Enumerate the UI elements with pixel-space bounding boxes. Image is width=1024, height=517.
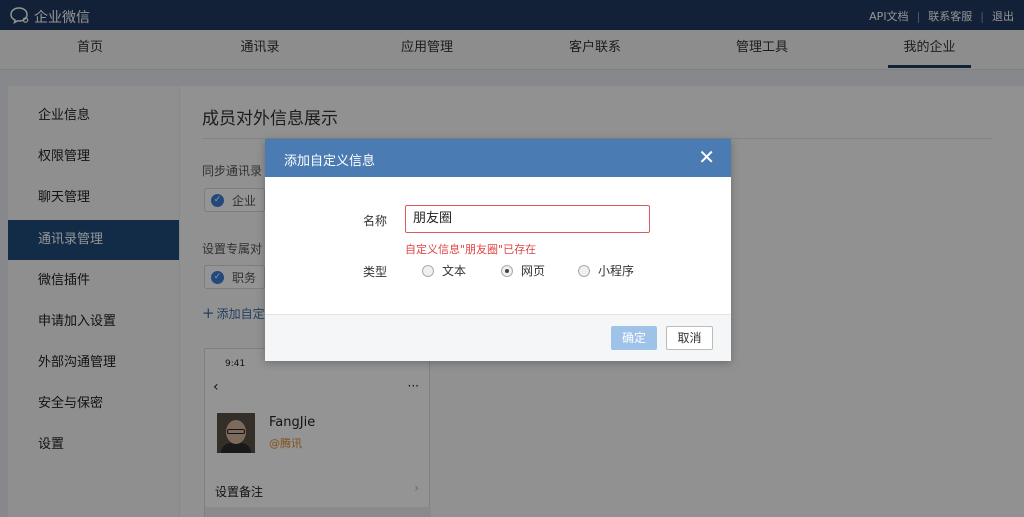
dialog-title: 添加自定义信息 xyxy=(284,154,376,169)
radio-icon xyxy=(578,264,590,277)
radio-mini-program[interactable]: 小程序 xyxy=(578,262,634,279)
confirm-button[interactable]: 确定 xyxy=(611,326,657,350)
radio-label: 小程序 xyxy=(598,264,635,278)
type-label: 类型 xyxy=(363,265,388,279)
cancel-button[interactable]: 取消 xyxy=(666,326,713,350)
dialog-footer: 确定 取消 xyxy=(265,314,731,361)
dialog-header: 添加自定义信息 ✕ xyxy=(265,139,731,177)
radio-text[interactable]: 文本 xyxy=(422,262,466,279)
radio-webpage[interactable]: 网页 xyxy=(501,262,545,279)
name-label: 名称 xyxy=(363,214,388,228)
radio-label: 文本 xyxy=(442,264,467,278)
error-message: 自定义信息"朋友圈"已存在 xyxy=(405,243,537,256)
name-input[interactable]: 朋友圈 xyxy=(405,205,650,233)
radio-icon xyxy=(422,264,434,277)
radio-label: 网页 xyxy=(521,264,546,278)
close-icon[interactable]: ✕ xyxy=(698,146,715,168)
radio-selected-icon xyxy=(501,264,513,277)
add-custom-info-dialog: 添加自定义信息 ✕ 名称 朋友圈 自定义信息"朋友圈"已存在 类型 文本 网页 … xyxy=(265,139,731,361)
